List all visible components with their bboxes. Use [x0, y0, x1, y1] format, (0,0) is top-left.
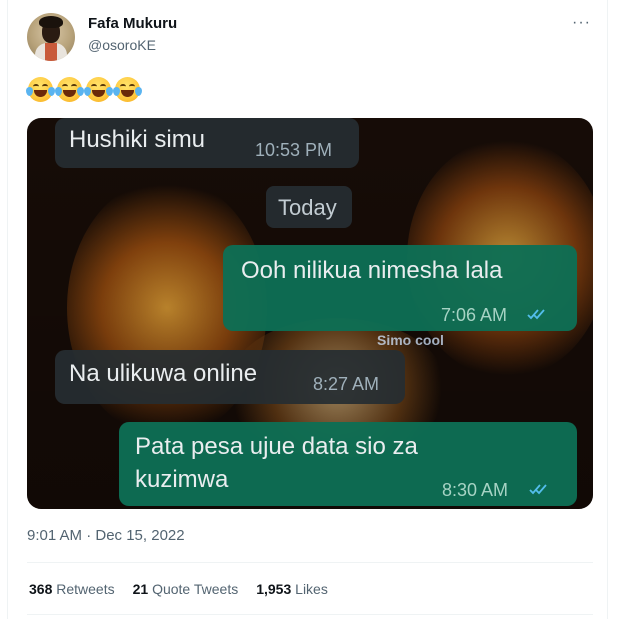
read-receipt-icon [529, 484, 547, 495]
message-time: 10:53 PM [255, 140, 333, 160]
face-with-tears-of-joy-icon [84, 76, 113, 103]
face-with-tears-of-joy-icon [26, 76, 55, 103]
tweet-card: Fafa Mukuru @osoroKE ··· Hushiki simu 10… [0, 0, 617, 619]
avatar[interactable] [27, 13, 75, 61]
tweet-timestamp[interactable]: 9:01 AM · Dec 15, 2022 [27, 527, 185, 544]
image-watermark: Simo cool [377, 332, 444, 348]
read-receipt-icon [527, 309, 545, 320]
message-text: Ooh nilikua nimesha lala [241, 257, 503, 284]
retweets-label: Retweets [56, 581, 115, 597]
quote-tweets-stat[interactable]: 21 Quote Tweets [133, 581, 239, 597]
card-right-border [607, 0, 608, 619]
message-time: 8:30 AM [442, 480, 509, 500]
quote-tweets-label: Quote Tweets [152, 581, 239, 597]
quote-tweets-count: 21 [132, 581, 149, 597]
message-time: 8:27 AM [313, 374, 380, 394]
author-handle[interactable]: @osoroKE [88, 37, 156, 53]
chat-bubble-outgoing: Ooh nilikua nimesha lala 7:06 AM [223, 245, 577, 331]
likes-count: 1,953 [256, 581, 292, 597]
face-with-tears-of-joy-icon [113, 76, 142, 103]
chat-bubble-incoming: Na ulikuwa online 8:27 AM [55, 350, 405, 404]
author-display-name[interactable]: Fafa Mukuru [88, 15, 177, 32]
chat-bubble-outgoing: Pata pesa ujue data sio za kuzimwa 8:30 … [119, 422, 577, 506]
date-divider-label: Today [278, 195, 337, 220]
tweet-text [26, 76, 142, 103]
chat-bubble-incoming: Hushiki simu 10:53 PM [55, 118, 359, 168]
face-with-tears-of-joy-icon [55, 76, 84, 103]
message-text: Pata pesa ujue data sio za kuzimwa [135, 433, 418, 493]
avatar-shirt [45, 43, 57, 61]
date-divider: Today [266, 186, 352, 228]
message-text: Na ulikuwa online [69, 360, 258, 387]
message-text: Hushiki simu [69, 126, 206, 153]
more-options-icon[interactable]: ··· [572, 14, 591, 32]
divider [27, 562, 593, 563]
tweet-image[interactable]: Hushiki simu 10:53 PM Today Ooh nilikua … [27, 118, 593, 509]
message-time: 7:06 AM [441, 305, 508, 325]
likes-label: Likes [295, 581, 328, 597]
retweets-count: 368 [29, 581, 53, 597]
engagement-stats: 368 Retweets 21 Quote Tweets 1,953 Likes [29, 581, 328, 597]
likes-stat[interactable]: 1,953 Likes [256, 581, 328, 597]
divider [27, 614, 593, 615]
card-left-border [7, 0, 8, 619]
retweets-stat[interactable]: 368 Retweets [29, 581, 115, 597]
avatar-hair [39, 16, 63, 28]
